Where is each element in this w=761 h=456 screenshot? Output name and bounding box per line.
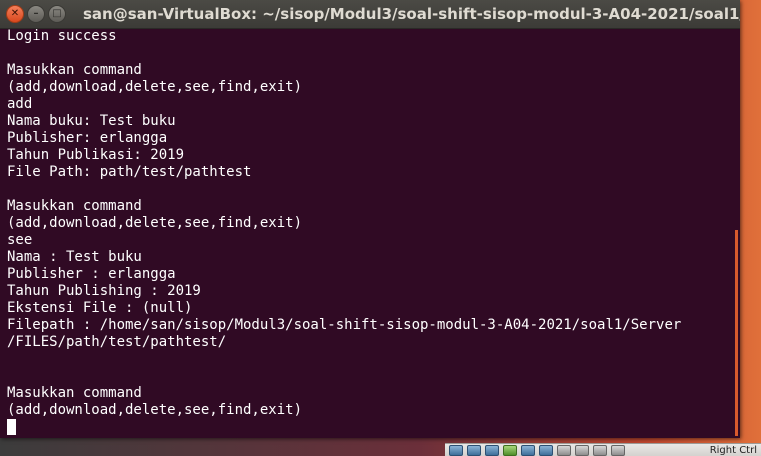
terminal-line: Tahun Publishing : 2019 — [7, 283, 201, 299]
window-titlebar[interactable]: ✕ – □ san@san-VirtualBox: ~/sisop/Modul3… — [0, 0, 740, 29]
shared-folder-icon[interactable] — [539, 445, 553, 456]
desktop: ✕ – □ san@san-VirtualBox: ~/sisop/Modul3… — [0, 0, 761, 456]
optical-disk-icon[interactable] — [467, 445, 481, 456]
video-capture-icon[interactable] — [575, 445, 589, 456]
network-icon[interactable] — [503, 445, 517, 456]
terminal-line: /FILES/path/test/pathtest/ — [7, 334, 227, 350]
terminal-window: ✕ – □ san@san-VirtualBox: ~/sisop/Modul3… — [0, 0, 740, 438]
terminal-line: (add,download,delete,see,find,exit) — [7, 402, 303, 418]
mouse-integration-icon[interactable] — [611, 445, 625, 456]
audio-icon[interactable] — [485, 445, 499, 456]
text-cursor — [7, 419, 16, 435]
terminal-output[interactable]: Login success Masukkan command (add,downlo… — [7, 28, 731, 436]
terminal-line: Nama buku: Test buku — [7, 113, 176, 129]
terminal-line: Login success — [7, 28, 117, 44]
terminal-line: Publisher : erlangga — [7, 266, 176, 282]
terminal-line: File Path: path/test/pathtest — [7, 164, 252, 180]
terminal-prompt-line[interactable] — [7, 419, 731, 436]
terminal-line: Masukkan command — [7, 62, 142, 78]
terminal-line: (add,download,delete,see,find,exit) — [7, 79, 303, 95]
close-icon: ✕ — [10, 8, 20, 19]
window-controls: ✕ – □ — [6, 5, 66, 23]
window-title: san@san-VirtualBox: ~/sisop/Modul3/soal-… — [83, 5, 740, 23]
maximize-button[interactable]: □ — [48, 5, 66, 23]
terminal-line: see — [7, 232, 33, 248]
terminal-line: Masukkan command — [7, 385, 142, 401]
terminal-line: Filepath : /home/san/sisop/Modul3/soal-s… — [7, 317, 682, 333]
terminal-line: Ekstensi File : (null) — [7, 300, 193, 316]
close-button[interactable]: ✕ — [6, 5, 24, 23]
maximize-icon: □ — [52, 8, 62, 19]
host-key-label: Right Ctrl — [709, 445, 757, 456]
hard-disk-icon[interactable] — [449, 445, 463, 456]
display-icon[interactable] — [557, 445, 571, 456]
virtualbox-status-bar: Right Ctrl — [445, 443, 761, 456]
terminal-line: Masukkan command — [7, 198, 142, 214]
minimize-button[interactable]: – — [27, 5, 45, 23]
cpu-icon[interactable] — [593, 445, 607, 456]
terminal-line: Tahun Publikasi: 2019 — [7, 147, 185, 163]
terminal-line: (add,download,delete,see,find,exit) — [7, 215, 303, 231]
minimize-icon: – — [33, 8, 39, 19]
terminal-line: Publisher: erlangga — [7, 130, 168, 146]
terminal-scrollbar[interactable] — [735, 230, 738, 436]
usb-icon[interactable] — [521, 445, 535, 456]
terminal-line: Nama : Test buku — [7, 249, 142, 265]
terminal-line: add — [7, 96, 33, 112]
